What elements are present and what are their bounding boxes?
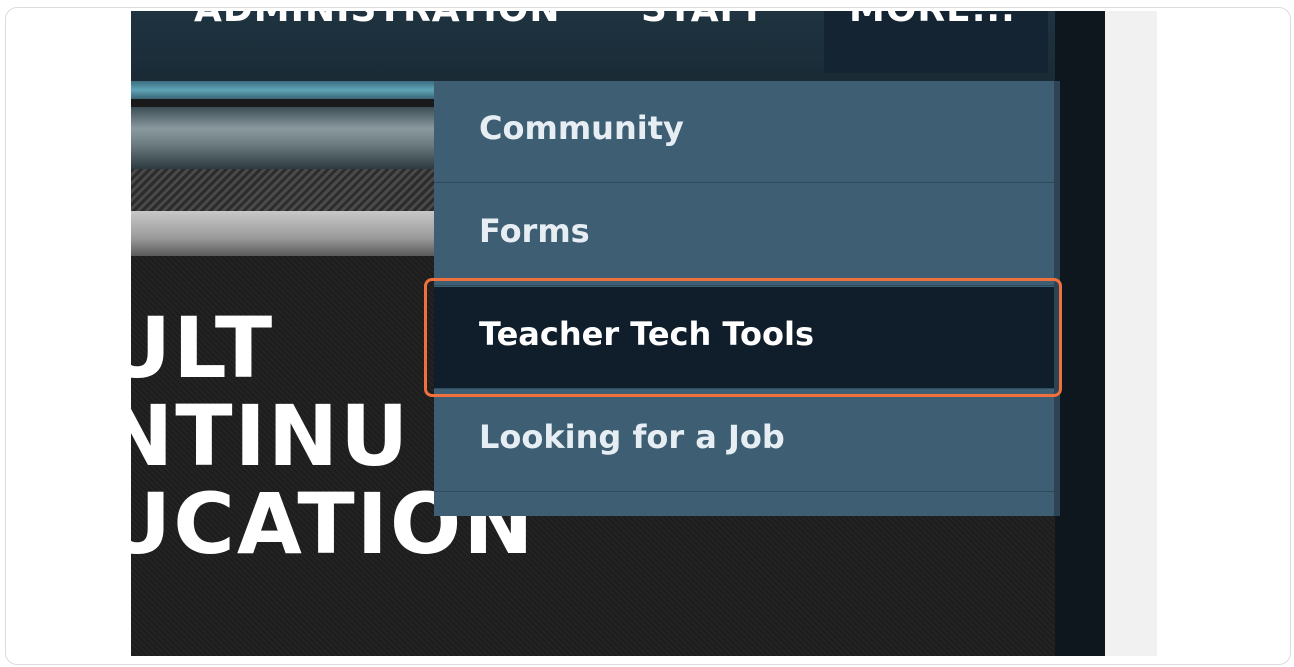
- more-dropdown-menu: Community Forms Teacher Tech Tools Looki…: [434, 81, 1054, 516]
- nav-staff[interactable]: STAFF: [641, 11, 771, 30]
- menu-item-looking-for-a-job[interactable]: Looking for a Job: [434, 390, 1054, 492]
- menu-item-label: Teacher Tech Tools: [479, 315, 814, 353]
- menu-item-teacher-tech-tools[interactable]: Teacher Tech Tools: [434, 287, 1054, 389]
- nav-more[interactable]: MORE...: [849, 11, 1016, 30]
- banner-title-line: ULT: [131, 299, 275, 397]
- menu-item-label: Looking for a Job: [479, 418, 785, 456]
- nav-more-tab[interactable]: MORE...: [824, 11, 1048, 73]
- menu-item-forms[interactable]: Forms: [434, 184, 1054, 286]
- banner-title-line: NTINU: [131, 387, 411, 485]
- right-edge-panel: [1055, 11, 1105, 656]
- top-navigation: ADMINISTRATION STAFF MORE...: [131, 11, 1105, 73]
- nav-administration[interactable]: ADMINISTRATION: [194, 11, 560, 30]
- menu-item-label: Community: [479, 109, 684, 147]
- website-viewport: ADMINISTRATION STAFF MORE... ULT NTINU U…: [131, 11, 1105, 656]
- page-gutter: [1105, 11, 1157, 656]
- menu-item-label: Forms: [479, 212, 590, 250]
- menu-item-community[interactable]: Community: [434, 81, 1054, 183]
